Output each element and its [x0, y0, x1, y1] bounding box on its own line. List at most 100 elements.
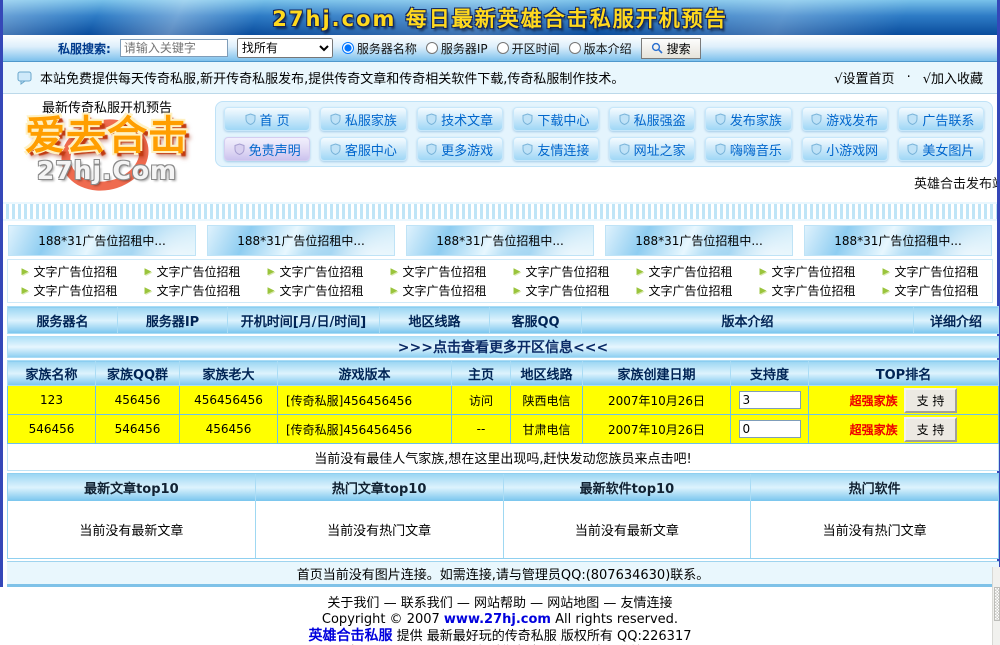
radio-server-name-input[interactable]	[342, 42, 354, 54]
radio-version[interactable]: 版本介绍	[569, 40, 632, 57]
shield-icon	[811, 143, 822, 155]
footer-sitemap-link[interactable]: 网站地图	[547, 596, 599, 611]
nav-mini-games[interactable]: 小游戏网	[802, 137, 888, 161]
support-count-input[interactable]	[739, 420, 801, 438]
col-region-line: 地区线路	[380, 307, 490, 334]
set-homepage-link[interactable]: √设置首页	[834, 68, 894, 87]
text-ad-link[interactable]: ▶文字广告位招租	[869, 262, 992, 281]
text-ad-link[interactable]: ▶文字广告位招租	[500, 281, 623, 300]
nav-publish-family[interactable]: 发布家族	[705, 107, 791, 131]
nav-row-2: 免责声明 客服中心 更多游戏 友情连接 网址之家 嗨嗨音乐 小游戏网 美女图片	[219, 134, 989, 164]
shield-icon	[811, 113, 822, 125]
search-button[interactable]: 搜索	[641, 38, 701, 59]
arrow-bullet-icon: ▶	[268, 267, 275, 277]
section-headers: 最新文章top10 热门文章top10 最新软件top10 热门软件	[8, 474, 998, 501]
nav-more-games[interactable]: 更多游戏	[417, 137, 503, 161]
page: 27hj.com 每日最新英雄合击私服开机预告 私服搜索: 找所有 服务器名称 …	[0, 0, 1000, 645]
text-ad-link[interactable]: ▶文字广告位招租	[623, 262, 746, 281]
section-hot-articles[interactable]: 热门文章top10	[256, 474, 504, 501]
radio-open-time[interactable]: 开区时间	[497, 40, 560, 57]
scrollbar-thumb[interactable]	[994, 587, 1000, 621]
marquee-text[interactable]: 英雄合击发布站	[914, 173, 997, 192]
nav-disclaimer[interactable]: 免责声明	[224, 137, 310, 161]
col-region: 地区线路	[511, 361, 583, 386]
ad-banner[interactable]: 188*31广告位招租中...	[605, 225, 793, 256]
text-ad-link[interactable]: ▶文字广告位招租	[254, 281, 377, 300]
section-latest-software[interactable]: 最新软件top10	[504, 474, 752, 501]
family-qq-cell: 546456	[96, 415, 180, 444]
ad-banner[interactable]: 188*31广告位招租中...	[406, 225, 594, 256]
nav-disclaimer-label: 免责声明	[249, 140, 301, 159]
vertical-scrollbar[interactable]	[992, 567, 1000, 645]
nav-beauty-pics[interactable]: 美女图片	[898, 137, 984, 161]
nav-downloads[interactable]: 下载中心	[513, 107, 599, 131]
logo-block[interactable]: 最新传奇私服开机预告 爱去合击 27hj.Com	[3, 94, 211, 202]
text-ad-link[interactable]: ▶文字广告位招租	[131, 262, 254, 281]
nav-ad-contact[interactable]: 广告联系	[898, 107, 984, 131]
site-body: 27hj.com 每日最新英雄合击私服开机预告 私服搜索: 找所有 服务器名称 …	[0, 0, 1000, 587]
arrow-bullet-icon: ▶	[514, 267, 521, 277]
text-ad-link[interactable]: ▶文字广告位招租	[131, 281, 254, 300]
ad-banner[interactable]: 188*31广告位招租中...	[8, 225, 196, 256]
radio-server-name[interactable]: 服务器名称	[342, 40, 417, 57]
nav-sf-bandit[interactable]: 私服强盗	[609, 107, 695, 131]
family-home-link[interactable]: 访问	[452, 386, 511, 415]
shield-icon	[330, 143, 341, 155]
text-ad-link[interactable]: ▶文字广告位招租	[500, 262, 623, 281]
shield-icon	[619, 113, 630, 125]
footer-brand-link[interactable]: 英雄合击私服	[308, 628, 392, 644]
nav-articles[interactable]: 技术文章	[417, 107, 503, 131]
shield-icon	[234, 143, 245, 155]
nav-music[interactable]: 嗨嗨音乐	[705, 137, 791, 161]
arrow-bullet-icon: ▶	[760, 267, 767, 277]
footer-site-link[interactable]: www.27hj.com	[444, 612, 551, 627]
footer-friendlink-link[interactable]: 友情连接	[621, 596, 673, 611]
text-ads-row-1: ▶文字广告位招租 ▶文字广告位招租 ▶文字广告位招租 ▶文字广告位招租 ▶文字广…	[8, 262, 992, 281]
text-ad-label: 文字广告位招租	[525, 282, 609, 299]
nav-friend-links[interactable]: 友情连接	[513, 137, 599, 161]
nav-game-publish[interactable]: 游戏发布	[802, 107, 888, 131]
col-family-name: 家族名称	[8, 361, 96, 386]
radio-server-ip[interactable]: 服务器IP	[426, 40, 488, 57]
text-ad-link[interactable]: ▶文字广告位招租	[746, 281, 869, 300]
text-ad-link[interactable]: ▶文字广告位招租	[377, 262, 500, 281]
text-ad-link[interactable]: ▶文字广告位招租	[8, 262, 131, 281]
server-table: 服务器名 服务器IP 开机时间[月/日/时间] 地区线路 客服QQ 版本介绍 详…	[7, 306, 999, 334]
text-ad-link[interactable]: ▶文字广告位招租	[869, 281, 992, 300]
radio-version-input[interactable]	[569, 42, 581, 54]
text-ad-link[interactable]: ▶文字广告位招租	[8, 281, 131, 300]
radio-open-time-input[interactable]	[497, 42, 509, 54]
family-version-cell: [传奇私服]456456456	[278, 386, 452, 415]
nav-family[interactable]: 私服家族	[320, 107, 406, 131]
search-scope-select[interactable]: 找所有	[237, 38, 333, 58]
ad-banner[interactable]: 188*31广告位招租中...	[804, 225, 992, 256]
section-latest-articles[interactable]: 最新文章top10	[8, 474, 256, 501]
shield-icon	[715, 113, 726, 125]
radio-server-ip-input[interactable]	[426, 42, 438, 54]
support-button[interactable]: 支 持	[904, 417, 958, 442]
footer-contact-link[interactable]: 联系我们	[401, 596, 453, 611]
support-button[interactable]: 支 持	[904, 388, 958, 413]
copyright-prefix: Copyright © 2007	[322, 612, 444, 627]
section-hot-software[interactable]: 热门软件	[751, 474, 998, 501]
text-ad-link[interactable]: ▶文字广告位招租	[377, 281, 500, 300]
search-input[interactable]	[120, 39, 228, 57]
text-ad-link[interactable]: ▶文字广告位招租	[254, 262, 377, 281]
ad-banner[interactable]: 188*31广告位招租中...	[207, 225, 395, 256]
footer-about-link[interactable]: 关于我们	[327, 596, 379, 611]
arrow-bullet-icon: ▶	[391, 267, 398, 277]
col-server-ip: 服务器IP	[118, 307, 228, 334]
nav-service[interactable]: 客服中心	[320, 137, 406, 161]
nav-url-home[interactable]: 网址之家	[609, 137, 695, 161]
text-ad-link[interactable]: ▶ 文字广告位招租	[746, 262, 869, 281]
nav-panel: 首 页 私服家族 技术文章 下载中心 私服强盗 发布家族 游戏发布 广告联系 免…	[215, 101, 993, 167]
text-ad-link[interactable]: ▶文字广告位招租	[623, 281, 746, 300]
support-count-input[interactable]	[739, 391, 801, 409]
nav-friend-links-label: 友情连接	[537, 140, 589, 159]
footer-help-link[interactable]: 网站帮助	[474, 596, 526, 611]
nav-home[interactable]: 首 页	[224, 107, 310, 131]
add-favorite-link[interactable]: √加入收藏	[923, 68, 983, 87]
more-open-info-link[interactable]: >>>点击查看更多开区信息<<<	[7, 336, 999, 358]
arrow-bullet-icon: ▶	[883, 286, 890, 296]
text-ad-label: 文字广告位招租	[771, 263, 855, 280]
